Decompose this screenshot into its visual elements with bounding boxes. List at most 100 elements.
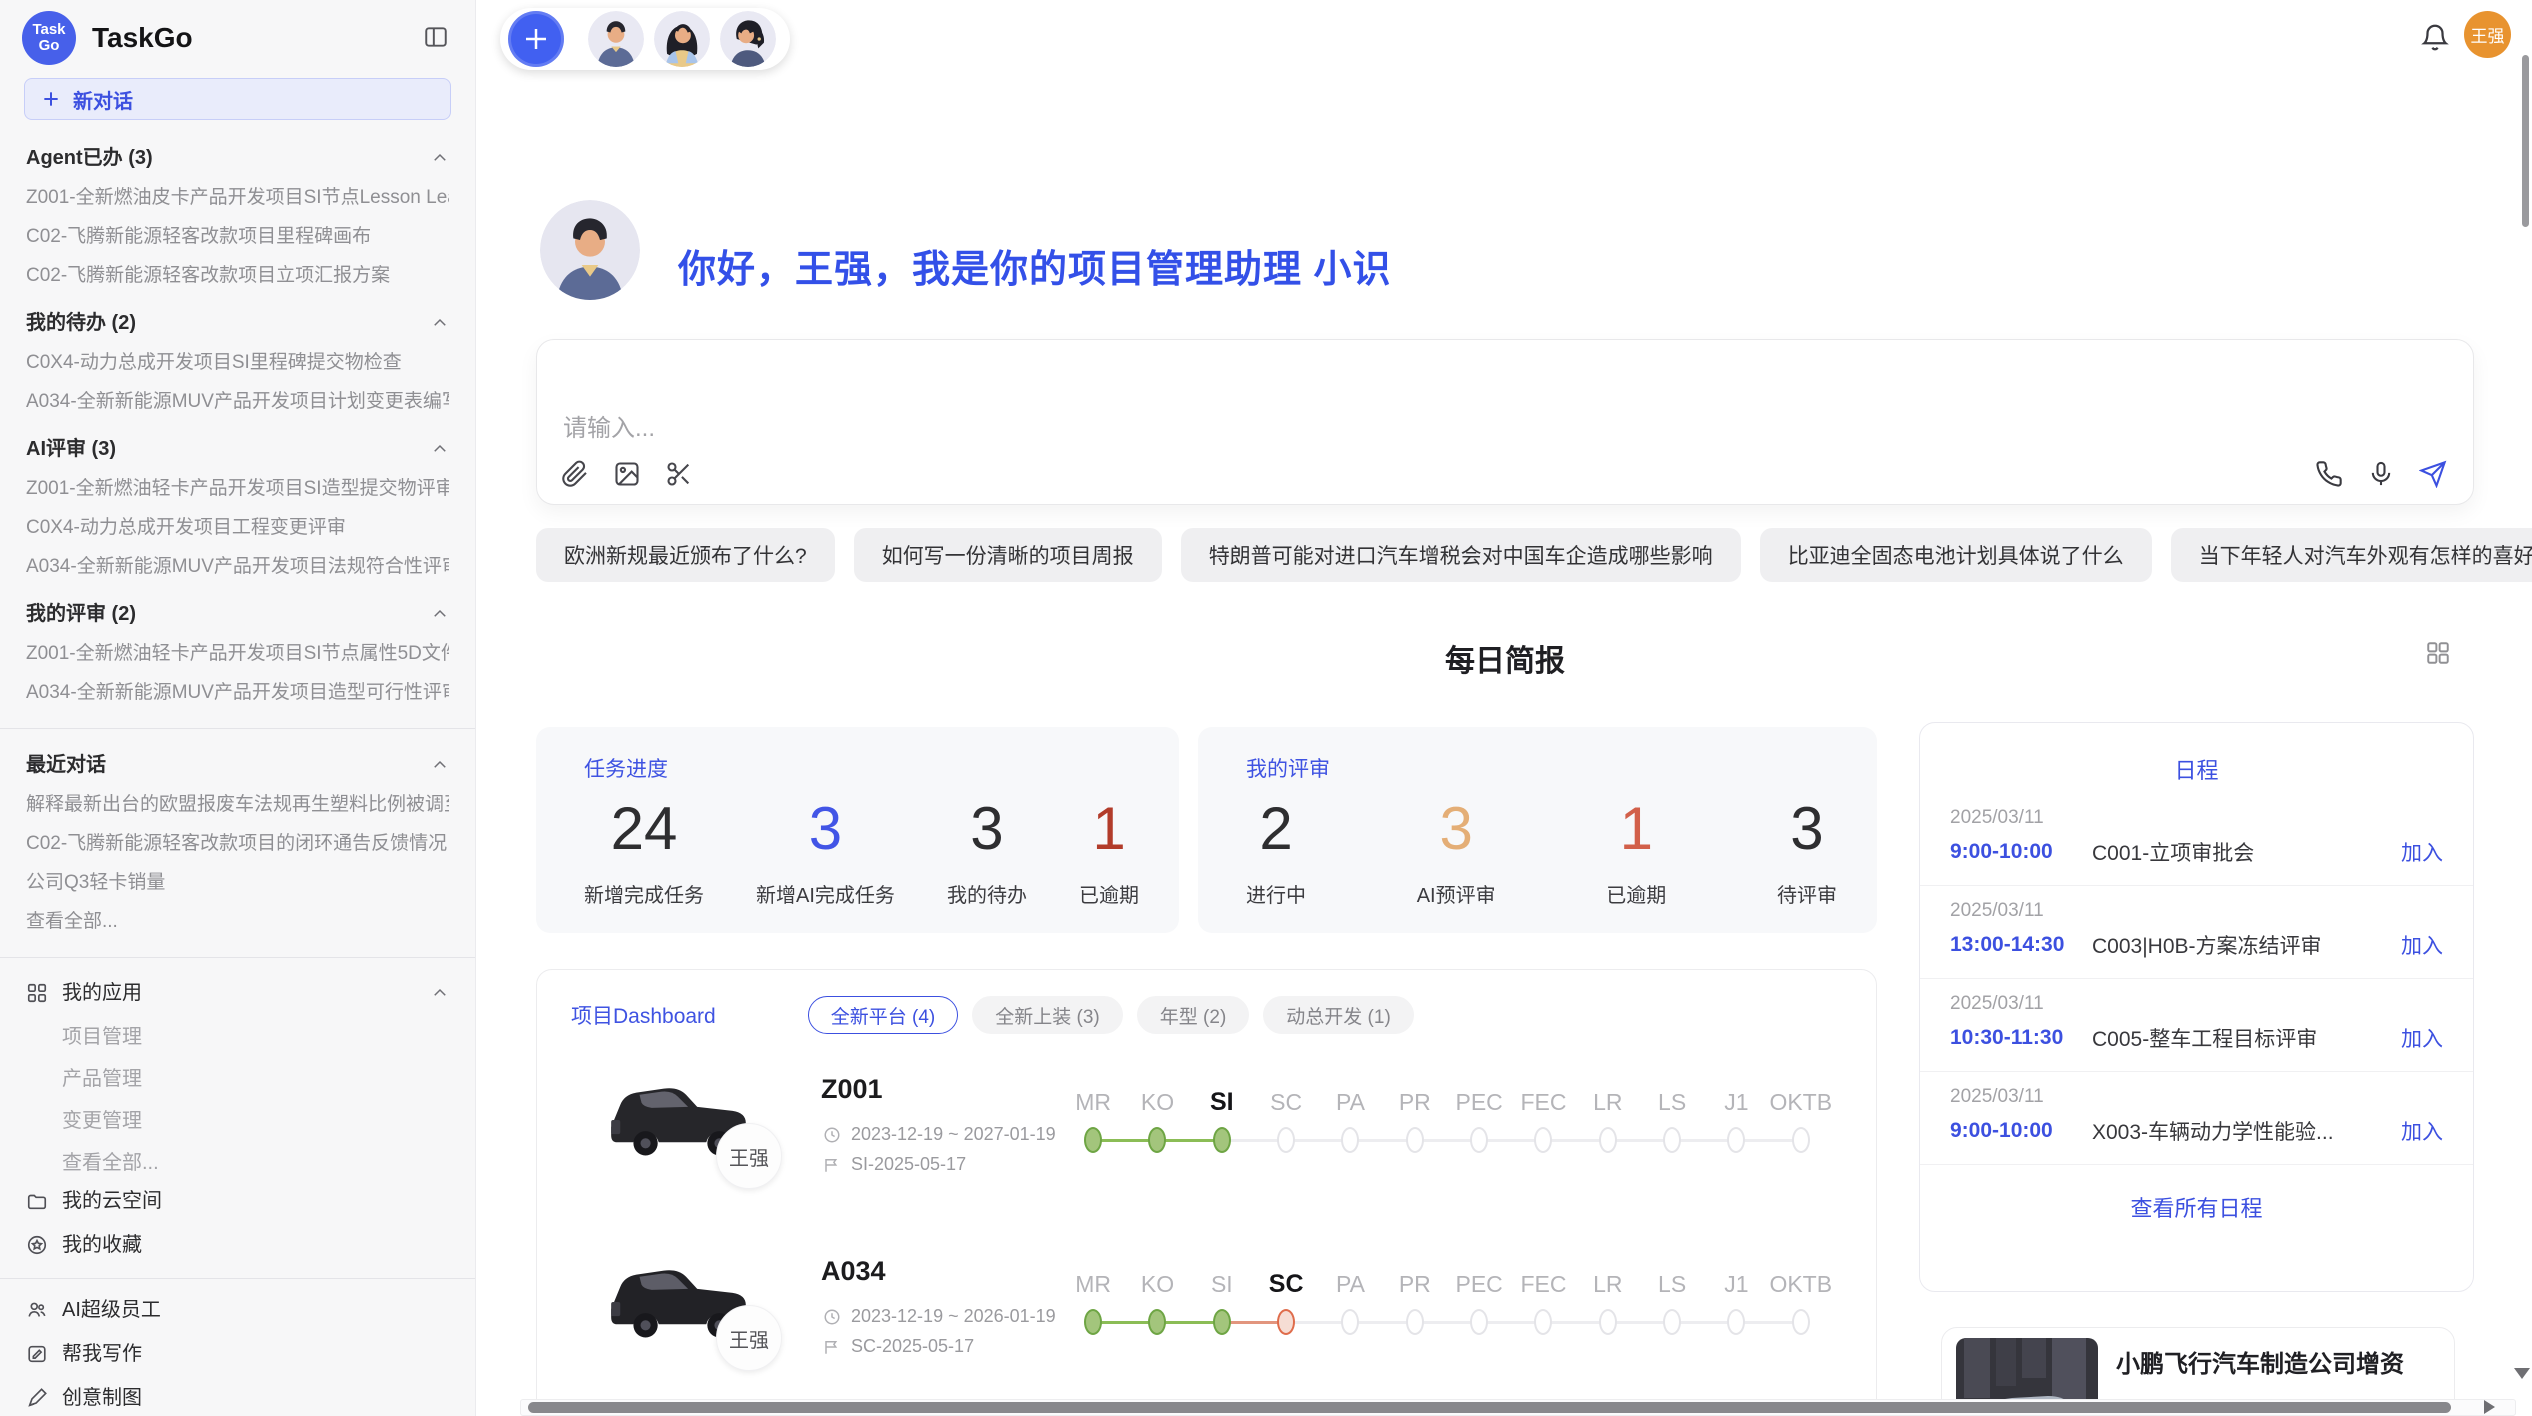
section-my-review[interactable]: 我的评审 (2) (26, 602, 449, 626)
sidebar-item[interactable]: A034-全新新能源MUV产品开发项目造型可行性评审 (26, 682, 449, 704)
milestone-pa: PA (1318, 1082, 1382, 1158)
milestone-label: J1 (1704, 1082, 1768, 1122)
user-avatar[interactable]: 王强 (2464, 11, 2511, 58)
sidebar-item-creative-draw[interactable]: 创意制图 (26, 1385, 449, 1411)
milestone-label: OKTB (1769, 1264, 1833, 1304)
tab-new-body[interactable]: 全新上装 (3) (972, 996, 1123, 1034)
milestone-label: LS (1640, 1082, 1704, 1122)
vertical-scrollbar-thumb[interactable] (2522, 55, 2529, 227)
sidebar-item-cloud-space[interactable]: 我的云空间 (26, 1188, 449, 1214)
stat-pending-review: 3 待评审 (1777, 789, 1837, 908)
scroll-right-arrow[interactable] (2484, 1400, 2495, 1414)
suggestion-chip[interactable]: 比亚迪全固态电池计划具体说了什么 (1760, 528, 2152, 582)
join-button[interactable]: 加入 (2401, 1023, 2443, 1053)
layout-grid-icon[interactable] (2425, 640, 2451, 666)
app-item-product-mgmt[interactable]: 产品管理 (62, 1068, 449, 1090)
collapse-sidebar-icon[interactable] (423, 24, 449, 50)
project-row-a034[interactable]: 王强 A034 2023-12-19 ~ 2026-01-19 SC-2025-… (537, 1232, 1876, 1414)
section-my-todo[interactable]: 我的待办 (2) (26, 311, 449, 335)
scissors-icon[interactable] (665, 460, 693, 488)
my-review-card: 我的评审 2 进行中 3 AI预评审 1 已逾期 3 待评审 (1198, 727, 1877, 933)
milestone-node (1406, 1127, 1424, 1153)
milestone-node (1148, 1127, 1166, 1153)
milestone-label: PR (1383, 1264, 1447, 1304)
sidebar-item[interactable]: A034-全新新能源MUV产品开发项目法规符合性评审 (26, 556, 449, 578)
horizontal-scrollbar-thumb[interactable] (528, 1402, 2451, 1413)
main-area: 王强 你好，王强，我是你的项目管理助理 小识 请输入... 欧洲新规最近颁布了什… (476, 0, 2532, 1416)
agent-avatar-3[interactable] (720, 11, 776, 67)
section-agent-done[interactable]: Agent已办 (3) (26, 146, 449, 170)
stat-label: 新增AI完成任务 (756, 879, 895, 908)
suggestion-chip[interactable]: 特朗普可能对进口汽车增税会对中国车企造成哪些影响 (1181, 528, 1741, 582)
sidebar-item-ai-staff[interactable]: AI超级员工 (26, 1297, 449, 1323)
view-all-schedule-link[interactable]: 查看所有日程 (1920, 1165, 2473, 1223)
stat-value: 3 (1417, 789, 1496, 869)
milestone-node (1084, 1127, 1102, 1153)
sidebar-item-favorites[interactable]: 我的收藏 (26, 1232, 449, 1258)
chat-input[interactable]: 请输入... (536, 339, 2474, 505)
app-item-project-mgmt[interactable]: 项目管理 (62, 1026, 449, 1048)
milestone-label: PR (1383, 1082, 1447, 1122)
milestone-label: MR (1061, 1264, 1125, 1304)
sidebar-item[interactable]: Z001-全新燃油轻卡产品开发项目SI节点属性5D文件评审 (26, 643, 449, 665)
sidebar-item-my-apps[interactable]: 我的应用 (26, 980, 449, 1006)
horizontal-scrollbar[interactable] (520, 1399, 2516, 1416)
stat-label: 我的待办 (947, 879, 1027, 908)
attachment-icon[interactable] (561, 460, 589, 488)
agent-avatar-1[interactable] (588, 11, 644, 67)
microphone-icon[interactable] (2367, 460, 2395, 488)
scroll-down-arrow[interactable] (2514, 1368, 2530, 1379)
agent-avatar-2[interactable] (654, 11, 710, 67)
section-ai-review[interactable]: AI评审 (3) (26, 437, 449, 461)
milestone-node (1084, 1309, 1102, 1335)
sidebar-item[interactable]: Z001-全新燃油皮卡产品开发项目SI节点Lesson Learn报告 (26, 187, 449, 209)
stat-my-todo: 3 我的待办 (947, 789, 1027, 908)
sidebar-item[interactable]: C02-飞腾新能源轻客改款项目立项汇报方案 (26, 265, 449, 287)
project-owner-badge: 王强 (716, 1123, 782, 1189)
milestone-node (1599, 1127, 1617, 1153)
recent-chat-item[interactable]: 查看全部... (26, 911, 449, 933)
join-button[interactable]: 加入 (2401, 930, 2443, 960)
milestone-label: PEC (1447, 1082, 1511, 1122)
sidebar-item[interactable]: C0X4-动力总成开发项目工程变更评审 (26, 517, 449, 539)
suggestion-chip[interactable]: 当下年轻人对汽车外观有怎样的喜好趋势 (2171, 528, 2532, 582)
milestone-node (1470, 1127, 1488, 1153)
sidebar-item[interactable]: Z001-全新燃油轻卡产品开发项目SI造型提交物评审 (26, 478, 449, 500)
app-item-change-mgmt[interactable]: 变更管理 (62, 1110, 449, 1132)
send-icon[interactable] (2419, 460, 2447, 488)
tab-year-model[interactable]: 年型 (2) (1137, 996, 1250, 1034)
milestone-label: PA (1318, 1264, 1382, 1304)
suggestion-chip[interactable]: 如何写一份清晰的项目周报 (854, 528, 1162, 582)
tab-powertrain[interactable]: 动总开发 (1) (1263, 996, 1414, 1034)
schedule-title: 日程 (1920, 723, 2473, 785)
add-agent-button[interactable] (508, 11, 564, 67)
suggestion-chip[interactable]: 欧洲新规最近颁布了什么? (536, 528, 835, 582)
milestone-label: PEC (1447, 1264, 1511, 1304)
join-button[interactable]: 加入 (2401, 1116, 2443, 1146)
project-row-z001[interactable]: 王强 Z001 2023-12-19 ~ 2027-01-19 SI-2025-… (537, 1050, 1876, 1232)
schedule-event-title: C001-立项审批会 (2092, 837, 2401, 867)
sidebar-item[interactable]: C0X4-动力总成开发项目SI里程碑提交物检查 (26, 352, 449, 374)
chevron-up-icon (431, 984, 449, 1002)
recent-chat-item[interactable]: 公司Q3轻卡销量 (26, 872, 449, 894)
milestone-lr: LR (1576, 1082, 1640, 1158)
schedule-entry: 2025/03/11 9:00-10:00 X003-车辆动力学性能验... 加… (1920, 1072, 2473, 1165)
sidebar-item-help-write[interactable]: 帮我写作 (26, 1341, 449, 1367)
notification-bell-icon[interactable] (2420, 22, 2450, 52)
app-title: TaskGo (92, 22, 193, 54)
join-button[interactable]: 加入 (2401, 837, 2443, 867)
section-recent-chats[interactable]: 最近对话 (26, 753, 449, 777)
sidebar-item[interactable]: A034-全新新能源MUV产品开发项目计划变更表编写 (26, 391, 449, 413)
image-icon[interactable] (613, 460, 641, 488)
app-item-view-all[interactable]: 查看全部... (62, 1152, 449, 1174)
sidebar-item[interactable]: C02-飞腾新能源轻客改款项目里程碑画布 (26, 226, 449, 248)
phone-icon[interactable] (2315, 460, 2343, 488)
task-progress-card: 任务进度 24 新增完成任务 3 新增AI完成任务 3 我的待办 1 已逾期 (536, 727, 1179, 933)
logo-line2: Go (39, 38, 60, 54)
recent-chat-item[interactable]: 解释最新出台的欧盟报废车法规再生塑料比例被调至15%... (26, 794, 449, 816)
tab-new-platform[interactable]: 全新平台 (4) (808, 996, 959, 1034)
milestone-node (1277, 1127, 1295, 1153)
suggestion-chips: 欧洲新规最近颁布了什么? 如何写一份清晰的项目周报 特朗普可能对进口汽车增税会对… (536, 528, 2532, 582)
new-chat-button[interactable]: 新对话 (24, 78, 451, 120)
recent-chat-item[interactable]: C02-飞腾新能源轻客改款项目的闭环通告反馈情况 (26, 833, 449, 855)
